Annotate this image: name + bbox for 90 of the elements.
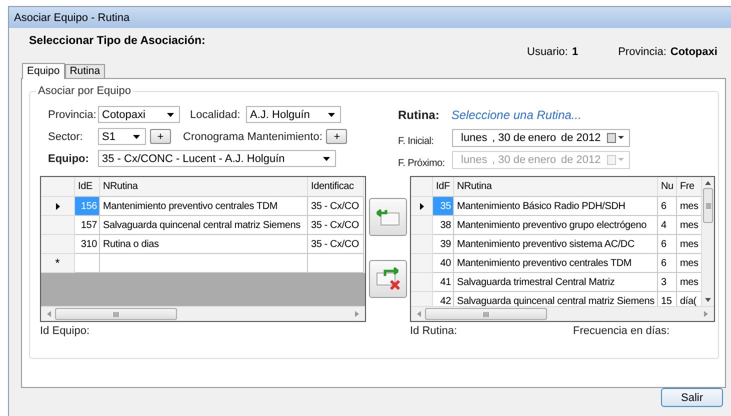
select-routine-link[interactable]: Seleccione una Rutina... <box>451 108 582 122</box>
column-header[interactable]: Nu <box>658 177 677 197</box>
dropdown-arrow-icon <box>133 134 140 138</box>
equipment-dropdown[interactable]: 35 - Cx/CONC - Lucent - A.J. Holguín <box>98 150 336 167</box>
scrollbar-thumb[interactable] <box>425 308 547 320</box>
table-cell: 157 <box>75 216 100 235</box>
field-label: Provincia: <box>48 108 94 120</box>
row-header[interactable] <box>41 197 75 216</box>
row-header[interactable] <box>411 197 433 216</box>
province-value: Cotopaxi <box>670 46 718 58</box>
window-title: Asociar Equipo - Rutina <box>14 12 130 24</box>
routine-id-label: Id Rutina: <box>410 325 458 337</box>
table-cell: 39 <box>433 235 454 254</box>
field-label: Equipo: <box>48 152 90 164</box>
table-cell: Mantenimiento preventivo centrales TDM <box>100 197 308 216</box>
current-row-icon <box>56 202 60 210</box>
field-label: Cronograma Mantenimiento: <box>183 130 322 142</box>
table-cell: 156 <box>75 197 100 216</box>
table-cell: Rutina o dias <box>100 235 308 254</box>
table-cell: Mantenimiento preventivo sistema AC/DC <box>454 235 658 254</box>
table-cell: Salvaguarda quincenal central matriz Siemens <box>100 216 308 235</box>
scroll-right-icon[interactable] <box>355 311 360 317</box>
table-cell: 35 <box>433 197 454 216</box>
calendar-icon <box>607 132 625 142</box>
scroll-down-icon[interactable] <box>705 298 711 303</box>
table-cell: Mantenimiento preventivo centrales TDM <box>454 254 658 273</box>
column-header[interactable]: NRutina <box>100 177 308 197</box>
field-label: F. Próximo: <box>398 158 446 169</box>
tab[interactable]: Equipo <box>22 63 65 79</box>
scroll-right-icon[interactable] <box>704 311 709 317</box>
table-cell: 38 <box>433 216 454 235</box>
table-cell: 3 <box>658 273 677 292</box>
dropdown-arrow-icon <box>167 112 174 116</box>
locality-dropdown[interactable]: A.J. Holguín <box>246 106 341 123</box>
dropdown-arrow-icon <box>328 112 335 116</box>
table-cell: 6 <box>658 235 677 254</box>
current-row-icon <box>420 202 424 210</box>
tab[interactable]: Rutina <box>64 64 106 78</box>
table-cell: 6 <box>658 254 677 273</box>
scrollbar-thumb[interactable] <box>703 188 713 223</box>
table-cell: 35 - Cx/CO <box>308 216 364 235</box>
date-picker[interactable]: lunes , 30 de enero de 2012 <box>452 128 630 146</box>
routine-label: Rutina: <box>398 108 440 122</box>
grip-icon <box>706 202 710 208</box>
column-header[interactable]: Identificac <box>308 177 364 197</box>
field-label: F. Inicial: <box>398 136 435 147</box>
table-cell: Salvaguarda trimestral Central Matriz <box>454 273 658 292</box>
remove-from-tray-icon <box>375 267 401 291</box>
dropdown-arrow-icon <box>323 156 330 160</box>
table-cell: 40 <box>433 254 454 273</box>
field-label: Localidad: <box>190 108 242 120</box>
table-cell: Mantenimiento preventivo grupo electrógeno <box>454 216 658 235</box>
table-cell: 41 <box>433 273 454 292</box>
user-label: Usuario: <box>527 46 568 58</box>
group-title: Asociar por Equipo <box>36 85 133 97</box>
new-row-marker: * <box>41 254 75 273</box>
grip-icon <box>113 312 119 316</box>
grip-icon <box>483 312 489 316</box>
scrollbar-thumb[interactable] <box>55 308 177 320</box>
province-label: Provincia: <box>618 46 666 58</box>
add-to-tray-icon <box>375 207 401 227</box>
table-cell: 310 <box>75 235 100 254</box>
add-sector-button[interactable]: + <box>150 129 171 144</box>
vertical-scrollbar[interactable] <box>701 177 714 306</box>
table-cell: Mantenimiento Básico Radio PDH/SDH <box>454 197 658 216</box>
scroll-left-icon[interactable] <box>46 311 51 317</box>
table-cell: 6 <box>658 197 677 216</box>
horizontal-scrollbar[interactable] <box>411 306 714 321</box>
scroll-left-icon[interactable] <box>416 311 421 317</box>
table-cell: 4 <box>658 216 677 235</box>
horizontal-scrollbar[interactable] <box>41 306 365 321</box>
table-cell <box>75 254 100 273</box>
province-dropdown[interactable]: Cotopaxi <box>98 106 180 123</box>
column-header[interactable]: NRutina <box>454 177 658 197</box>
table-cell: 35 - Cx/CO <box>308 197 364 216</box>
unassign-button[interactable] <box>369 260 407 298</box>
column-header[interactable]: Fre <box>677 177 701 197</box>
column-header[interactable]: IdF <box>433 177 454 197</box>
user-value: 1 <box>572 46 578 58</box>
exit-button[interactable]: Salir <box>661 388 723 407</box>
table-cell: 35 - Cx/CO <box>308 235 364 254</box>
column-header[interactable]: IdE <box>75 177 100 197</box>
add-schedule-button[interactable]: + <box>326 129 348 144</box>
calendar-icon <box>607 154 625 164</box>
equipment-id-label: Id Equipo: <box>40 325 91 337</box>
frequency-label: Frecuencia en días: <box>573 325 670 337</box>
sector-dropdown[interactable]: S1 <box>98 128 146 145</box>
scroll-up-icon[interactable] <box>705 180 711 185</box>
section-title: Seleccionar Tipo de Asociación: <box>29 35 206 47</box>
field-label: Sector: <box>48 130 84 142</box>
